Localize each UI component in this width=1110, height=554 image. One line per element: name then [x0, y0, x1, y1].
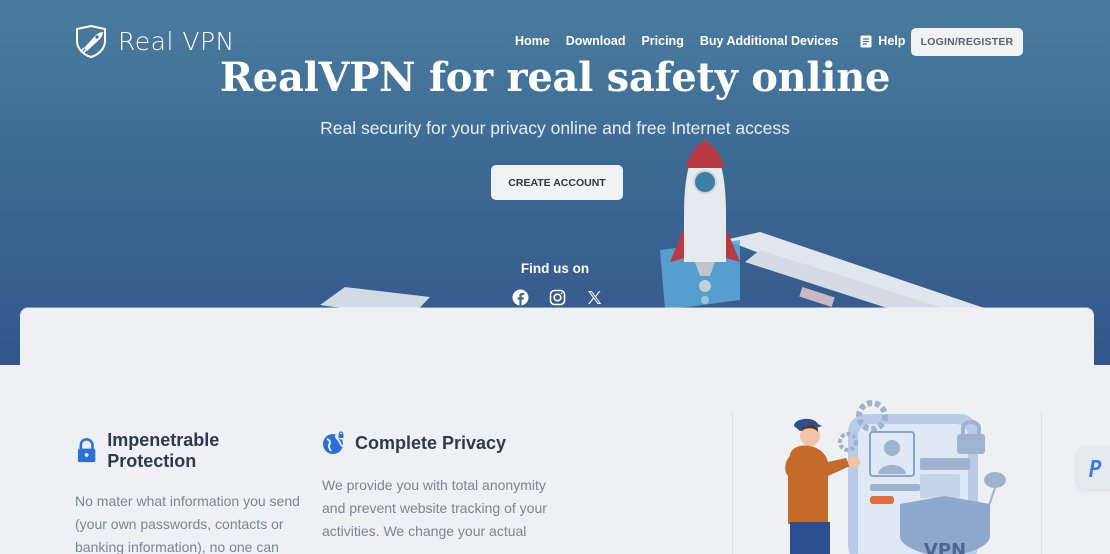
find-us-label: Find us on	[520, 261, 590, 276]
x-twitter-icon[interactable]	[586, 289, 603, 306]
feature-description: No mater what information you send (your…	[75, 493, 300, 554]
nav-home[interactable]: Home	[515, 34, 550, 48]
nav-buy-additional-devices[interactable]: Buy Additional Devices	[700, 34, 838, 48]
rocket-shield-logo-icon	[76, 24, 106, 58]
feature-protection: Impenetrable Protection No mater what in…	[75, 430, 307, 554]
instagram-icon[interactable]	[549, 289, 566, 306]
nav-pricing[interactable]: Pricing	[641, 34, 683, 48]
lock-icon	[77, 438, 96, 463]
divider	[1041, 412, 1042, 554]
login-register-button[interactable]: LOGIN/REGISTER	[911, 28, 1023, 56]
hero-title: RealVPN for real safety online	[219, 54, 891, 101]
brand-name: Real VPN	[118, 26, 235, 56]
vpn-person-illustration: VPN	[785, 400, 1006, 554]
hero-subtitle: Real security for your privacy online an…	[320, 118, 790, 138]
nav-download[interactable]: Download	[566, 34, 626, 48]
feature-title: Complete Privacy	[355, 432, 507, 453]
paypal-icon	[1089, 460, 1102, 477]
divider	[732, 412, 733, 554]
feature-privacy: Complete Privacy We provide you with tot…	[322, 430, 554, 543]
main-nav: Home Download Pricing Buy Additional Dev…	[515, 34, 937, 48]
social-links	[512, 289, 603, 306]
create-account-button[interactable]: CREATE ACCOUNT	[491, 165, 623, 200]
vpn-label: VPN	[924, 540, 966, 554]
feature-title: Impenetrable Protection	[107, 430, 220, 471]
paypal-widget-button[interactable]	[1077, 447, 1110, 489]
nav-help-label: Help	[878, 34, 906, 48]
brand-logo[interactable]: Real VPN	[74, 24, 235, 58]
globe-icon	[323, 430, 346, 454]
feature-description: We provide you with total anonymity and …	[322, 477, 547, 539]
document-icon	[860, 35, 872, 47]
facebook-icon[interactable]	[512, 289, 529, 306]
